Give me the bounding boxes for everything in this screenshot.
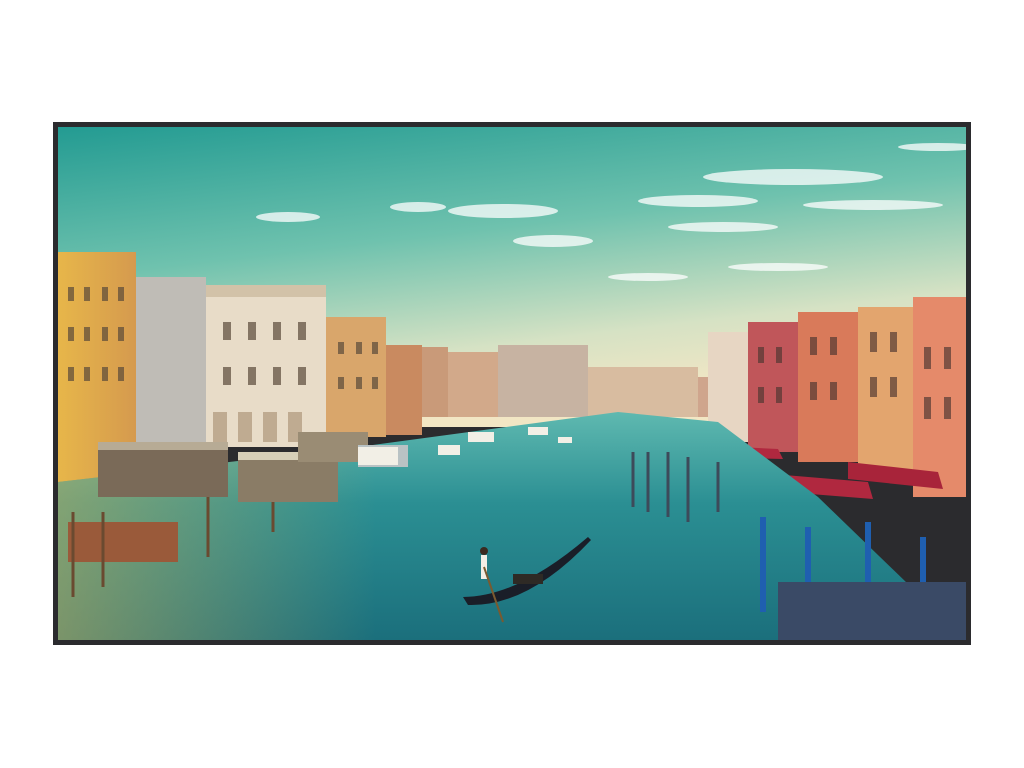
screen-image-venice-canal bbox=[58, 127, 966, 640]
right-pier bbox=[778, 582, 966, 640]
canal-scene bbox=[58, 127, 966, 640]
display-monitor bbox=[53, 122, 971, 645]
